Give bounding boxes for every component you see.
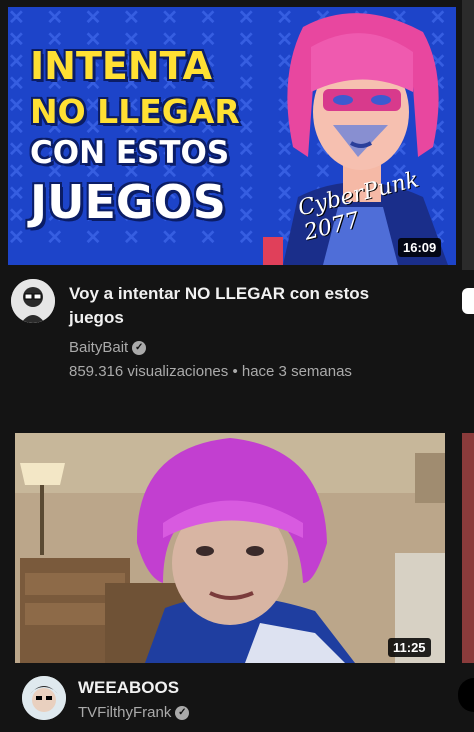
channel-name[interactable]: BaityBait ✓ bbox=[69, 339, 147, 356]
video-thumbnail[interactable]: ✕ ✕ ✕ ✕ ✕ ✕ ✕ ✕ ✕ ✕ ✕ ✕ ✕ ✕ ✕ ✕ ✕ ✕ ✕ ✕ … bbox=[8, 7, 456, 265]
channel-label: TVFilthyFrank bbox=[78, 704, 172, 721]
video-title[interactable]: WEEABOOS bbox=[78, 676, 179, 700]
next-avatar-edge bbox=[462, 288, 474, 314]
channel-label: BaityBait bbox=[69, 339, 129, 356]
thumbnail-text-line: INTENTA bbox=[30, 44, 213, 88]
channel-name[interactable]: TVFilthyFrank ✓ bbox=[78, 704, 190, 721]
next-thumbnail-edge bbox=[462, 433, 474, 663]
verified-check-icon: ✓ bbox=[175, 705, 190, 720]
verified-check-icon: ✓ bbox=[132, 340, 147, 355]
duration-badge: 16:09 bbox=[398, 238, 442, 257]
duration-badge: 11:25 bbox=[388, 638, 431, 657]
thumbnail-text-line: CON ESTOS bbox=[30, 135, 230, 171]
thumbnail-scene bbox=[15, 433, 445, 663]
video-stats: 859.316 visualizaciones • hace 3 semanas bbox=[69, 363, 352, 380]
video-title-line: Voy a intentar NO LLEGAR con estos bbox=[69, 284, 370, 303]
avatar-icon bbox=[11, 279, 55, 323]
thumbnail-title-text: INTENTA NO LLEGAR CON ESTOS JUEGOS bbox=[30, 47, 320, 225]
avatar[interactable] bbox=[11, 279, 55, 323]
video-title-line: juegos bbox=[69, 308, 124, 327]
avatar-icon bbox=[22, 676, 66, 720]
video-thumbnail[interactable]: 11:25 bbox=[15, 433, 445, 663]
thumbnail-text-line: JUEGOS bbox=[30, 175, 226, 229]
avatar[interactable] bbox=[22, 676, 66, 720]
next-avatar-edge bbox=[458, 678, 474, 712]
video-feed: ✕ ✕ ✕ ✕ ✕ ✕ ✕ ✕ ✕ ✕ ✕ ✕ ✕ ✕ ✕ ✕ ✕ ✕ ✕ ✕ … bbox=[0, 0, 474, 732]
video-title[interactable]: Voy a intentar NO LLEGAR con estos juego… bbox=[69, 282, 449, 330]
next-thumbnail-edge bbox=[462, 0, 474, 270]
thumbnail-text-line: NO LLEGAR bbox=[30, 92, 240, 131]
